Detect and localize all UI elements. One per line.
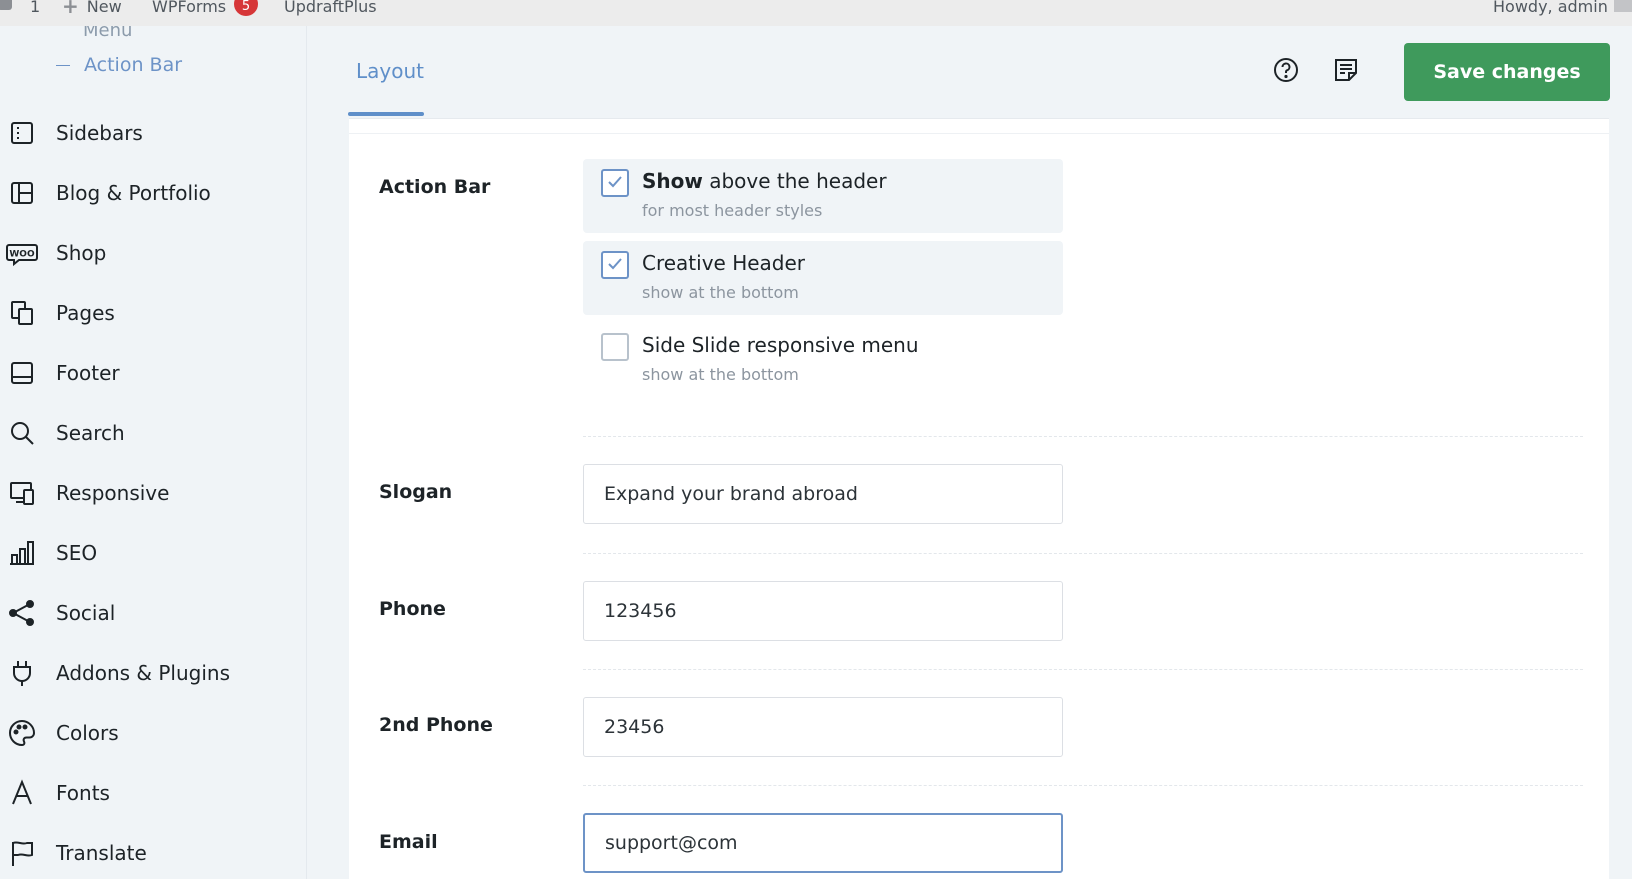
option-side-slide-menu[interactable]: Side Slide responsive menu show at the b…: [583, 323, 1063, 397]
avatar[interactable]: [1614, 0, 1632, 12]
palette-icon: [6, 717, 38, 749]
sidebar-item-label: Translate: [56, 841, 147, 865]
card-top-divider: [349, 133, 1609, 134]
sidebar-item-translate[interactable]: Translate: [0, 833, 306, 873]
option-title-bold: Show: [642, 169, 703, 193]
svg-text:WOO: WOO: [9, 250, 35, 260]
notes-icon[interactable]: [1332, 56, 1360, 84]
check-icon: [608, 176, 622, 188]
section-divider: [583, 669, 1583, 670]
sidebar-item-label: Addons & Plugins: [56, 661, 231, 685]
updraftplus-link[interactable]: UpdraftPlus: [284, 0, 377, 15]
option-title: Side Slide responsive menu: [642, 333, 919, 357]
sidebar-item-label: Social: [56, 601, 116, 625]
creative-header-checkbox[interactable]: [601, 251, 629, 279]
second-phone-label: 2nd Phone: [379, 714, 493, 736]
sidebar-item-search[interactable]: Search: [0, 413, 306, 453]
comment-icon[interactable]: [0, 0, 12, 10]
sidebar-item-fonts[interactable]: Fonts: [0, 773, 306, 813]
sidebar-item-label: Fonts: [56, 781, 110, 805]
sidebar-item-addons-plugins[interactable]: Addons & Plugins: [0, 653, 306, 693]
woo-icon: WOO: [6, 237, 38, 269]
tab-layout[interactable]: Layout: [348, 26, 424, 118]
sidebar-item-blog-portfolio[interactable]: Blog & Portfolio: [0, 173, 306, 213]
pages-icon: [6, 297, 38, 329]
settings-sidebar: Menu Action Bar Sidebars Blog & Portfoli…: [0, 26, 307, 879]
sidebar-item-colors[interactable]: Colors: [0, 713, 306, 753]
option-creative-header[interactable]: Creative Header show at the bottom: [583, 241, 1063, 315]
save-changes-button[interactable]: Save changes: [1404, 43, 1610, 101]
sidebar-item-label: Blog & Portfolio: [56, 181, 211, 205]
option-title: Show above the header: [642, 169, 887, 193]
sidebar-item-shop[interactable]: WOO Shop: [0, 233, 306, 273]
new-label: New: [86, 0, 122, 16]
option-subtitle: show at the bottom: [642, 365, 799, 384]
bar-chart-icon: [6, 537, 38, 569]
option-title: Creative Header: [642, 251, 806, 275]
option-subtitle: for most header styles: [642, 201, 823, 220]
layout-grid-icon: [6, 177, 38, 209]
howdy-user-link[interactable]: Howdy, admin: [1493, 0, 1608, 15]
sidebar-item-pages[interactable]: Pages: [0, 293, 306, 333]
share-icon: [6, 597, 38, 629]
action-bar-label: Action Bar: [379, 176, 491, 198]
option-subtitle: show at the bottom: [642, 283, 799, 302]
active-tab-indicator: [348, 112, 424, 116]
sidebar-item-social[interactable]: Social: [0, 593, 306, 633]
plus-icon: +: [62, 0, 79, 18]
second-phone-input[interactable]: [583, 697, 1063, 757]
option-title-rest: above the header: [702, 169, 887, 193]
slogan-label: Slogan: [379, 481, 453, 503]
help-icon[interactable]: [1272, 56, 1300, 84]
sidebar-item-label: Search: [56, 421, 125, 445]
font-icon: [6, 777, 38, 809]
section-divider: [583, 785, 1583, 786]
sidebar-subitem-action-bar[interactable]: Action Bar: [56, 54, 182, 76]
flag-icon: [6, 837, 38, 869]
sidebar-item-label: Colors: [56, 721, 119, 745]
sidebar-item-label: SEO: [56, 541, 98, 565]
sidebar-item-label: Shop: [56, 241, 107, 265]
sidebar-item-label: Sidebars: [56, 121, 143, 145]
phone-input[interactable]: [583, 581, 1063, 641]
section-divider: [583, 436, 1583, 437]
slogan-input[interactable]: [583, 464, 1063, 524]
sidebars-icon: [6, 117, 38, 149]
sidebar-item-menu[interactable]: Menu: [83, 26, 132, 41]
sidebar-item-label: Footer: [56, 361, 120, 385]
check-icon: [608, 258, 622, 270]
email-input[interactable]: [583, 813, 1063, 873]
plug-icon: [6, 657, 38, 689]
option-show-above-header[interactable]: Show above the header for most header st…: [583, 159, 1063, 233]
wpforms-notification-badge: 5: [234, 0, 258, 16]
dash-icon: [56, 65, 70, 66]
footer-icon: [6, 357, 38, 389]
new-content-link[interactable]: + New: [62, 0, 122, 18]
sidebar-subitem-label: Action Bar: [84, 54, 183, 76]
responsive-icon: [6, 477, 38, 509]
wpforms-link[interactable]: WPForms: [152, 0, 226, 15]
sidebar-item-label: Responsive: [56, 481, 170, 505]
tab-label: Layout: [356, 59, 424, 83]
sidebar-item-label: Pages: [56, 301, 115, 325]
settings-card: Action Bar Show above the header for mos…: [349, 118, 1609, 879]
sidebar-item-responsive[interactable]: Responsive: [0, 473, 306, 513]
side-slide-menu-checkbox[interactable]: [601, 333, 629, 361]
comment-count[interactable]: 1: [30, 0, 40, 15]
show-above-header-checkbox[interactable]: [601, 169, 629, 197]
sidebar-item-sidebars[interactable]: Sidebars: [0, 113, 306, 153]
sidebar-item-seo[interactable]: SEO: [0, 533, 306, 573]
sidebar-item-footer[interactable]: Footer: [0, 353, 306, 393]
phone-label: Phone: [379, 598, 446, 620]
settings-header: Layout Save changes: [308, 26, 1632, 118]
admin-bar: 1 + New WPForms 5 UpdraftPlus Howdy, admi…: [0, 0, 1632, 26]
section-divider: [583, 553, 1583, 554]
email-label: Email: [379, 831, 438, 853]
search-icon: [6, 417, 38, 449]
